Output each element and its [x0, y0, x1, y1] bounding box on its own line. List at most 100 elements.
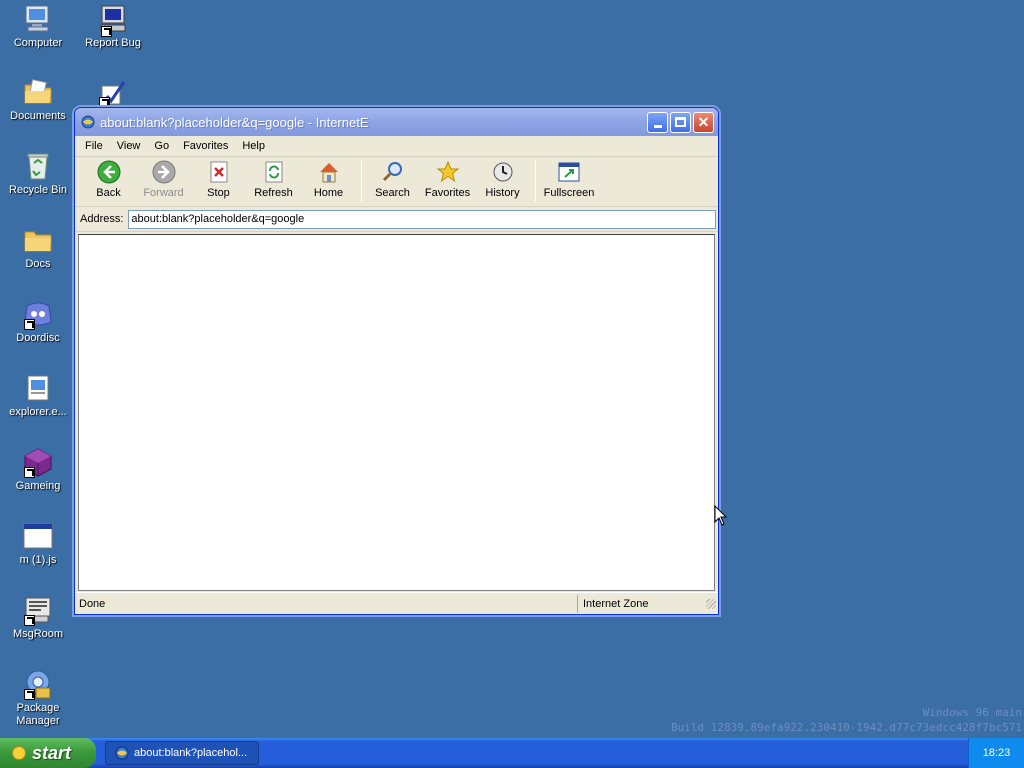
system-tray: 18:23	[968, 738, 1024, 768]
status-text: Done	[75, 594, 578, 613]
resize-grip-icon[interactable]	[706, 598, 716, 609]
history-icon	[493, 162, 512, 182]
home-label: Home	[313, 187, 344, 199]
desktop-icon-label: Report Bug	[85, 37, 141, 49]
stop-button[interactable]: Stop	[191, 160, 246, 199]
back-button[interactable]: Back	[81, 160, 136, 199]
history-button[interactable]: History	[475, 160, 530, 199]
desktop-icon-docs[interactable]: Docs	[2, 224, 74, 271]
back-label: Back	[96, 187, 121, 199]
desktop-icon-label: Recycle Bin	[8, 184, 68, 196]
address-bar: Address:	[75, 207, 718, 232]
mouse-cursor-icon	[714, 505, 728, 526]
start-button[interactable]: start	[0, 738, 96, 768]
refresh-button[interactable]: Refresh	[246, 160, 301, 199]
window-titlebar[interactable]: about:blank?placeholder&q=google - Inter…	[75, 108, 718, 136]
stop-icon	[210, 161, 227, 183]
stop-label: Stop	[207, 187, 230, 199]
status-zone: Internet Zone	[583, 597, 649, 610]
internet-explorer-icon	[115, 746, 129, 760]
watermark-line-2: Build 12839.89efa922.230410-1942.d77c73e…	[671, 721, 1022, 734]
desktop-icon-label: MsgRoom	[12, 628, 64, 640]
desktop-icon-report-bug[interactable]: Report Bug	[77, 3, 149, 50]
toolbar: Back Forward Stop Refresh Home Search Fa…	[75, 157, 718, 207]
desktop-icon-label: Computer	[13, 37, 63, 49]
favorites-label: Favorites	[424, 187, 471, 199]
window-title: about:blank?placeholder&q=google - Inter…	[100, 114, 369, 130]
back-arrow-icon	[97, 160, 120, 184]
favorites-button[interactable]: Favorites	[420, 160, 475, 199]
status-bar: Done Internet Zone	[75, 592, 718, 614]
star-icon	[436, 160, 459, 183]
start-logo-icon	[12, 746, 26, 760]
internet-explorer-icon	[81, 115, 95, 129]
refresh-icon	[265, 161, 282, 183]
shortcut-arrow-icon	[24, 689, 35, 700]
forward-arrow-icon	[152, 160, 175, 184]
desktop-icon-package-manager[interactable]: Package Manager	[2, 668, 74, 728]
home-button[interactable]: Home	[301, 160, 356, 199]
build-watermark: Windows 96 main Build 12839.89efa922.230…	[671, 705, 1022, 735]
menu-go[interactable]: Go	[147, 140, 176, 152]
shortcut-arrow-icon	[101, 26, 112, 37]
start-label: start	[32, 742, 72, 763]
desktop-icon-msgroom[interactable]: MsgRoom	[2, 594, 74, 641]
page-content[interactable]	[78, 234, 715, 591]
menu-help[interactable]: Help	[235, 140, 272, 152]
taskbar-item-label: about:blank?placehol...	[134, 747, 248, 759]
shortcut-arrow-icon	[24, 319, 35, 330]
desktop-icon-computer[interactable]: Computer	[2, 3, 74, 50]
search-icon	[382, 162, 402, 182]
toolbar-separator	[361, 160, 362, 202]
desktop-icon-m1js[interactable]: m (1).js	[2, 520, 74, 567]
watermark-line-1: Windows 96 main	[922, 706, 1022, 719]
executable-icon	[27, 375, 49, 401]
desktop-icon-doordisc[interactable]: Doordisc	[2, 298, 74, 345]
close-button[interactable]: ✕	[693, 111, 714, 133]
clock[interactable]: 18:23	[983, 747, 1011, 759]
close-icon: ✕	[697, 113, 710, 130]
menu-bar: File View Go Favorites Help	[75, 136, 718, 157]
computer-icon	[25, 5, 49, 32]
menu-file[interactable]: File	[78, 140, 110, 152]
desktop-icon-gameing[interactable]: Gameing	[2, 446, 74, 493]
desktop-icon-label: Package Manager	[16, 702, 60, 727]
fullscreen-icon	[558, 162, 580, 182]
maximize-button[interactable]	[670, 111, 691, 133]
taskbar: start about:blank?placehol... 18:23	[0, 738, 1024, 768]
refresh-label: Refresh	[254, 187, 293, 199]
desktop-icon-label: Doordisc	[16, 332, 60, 344]
desktop-icon-documents[interactable]: Documents	[2, 76, 74, 123]
desktop-icon-label: explorer.e...	[9, 406, 67, 418]
browser-window[interactable]: about:blank?placeholder&q=google - Inter…	[74, 107, 719, 615]
search-label: Search	[375, 187, 410, 199]
recycle-bin-icon	[27, 153, 49, 180]
desktop-icon-label: Documents	[10, 110, 66, 122]
minimize-icon	[653, 124, 662, 128]
desktop-icon-recycle-bin[interactable]: Recycle Bin	[2, 150, 74, 197]
desktop-icon-unnamed[interactable]	[77, 76, 149, 110]
history-label: History	[485, 187, 520, 199]
fullscreen-label: Fullscreen	[543, 187, 595, 199]
desktop-icon-label: m (1).js	[19, 554, 57, 566]
home-icon	[319, 163, 338, 183]
menu-view[interactable]: View	[110, 140, 148, 152]
minimize-button[interactable]	[647, 111, 668, 133]
forward-label: Forward	[143, 187, 184, 199]
taskbar-item-browser[interactable]: about:blank?placehol...	[105, 741, 259, 765]
address-label: Address:	[80, 213, 124, 225]
toolbar-separator	[535, 160, 536, 202]
desktop-icon-label: Gameing	[15, 480, 61, 492]
folder-icon	[24, 231, 52, 252]
maximize-icon	[675, 117, 686, 127]
fullscreen-button[interactable]: Fullscreen	[539, 160, 599, 199]
desktop-icon-explorer[interactable]: explorer.e...	[2, 372, 74, 419]
shortcut-arrow-icon	[24, 615, 35, 626]
desktop-icon-label: Docs	[25, 258, 51, 270]
forward-button[interactable]: Forward	[136, 160, 191, 199]
search-button[interactable]: Search	[365, 160, 420, 199]
address-input[interactable]	[128, 209, 716, 229]
menu-favorites[interactable]: Favorites	[176, 140, 235, 152]
script-file-icon	[23, 523, 53, 549]
shortcut-arrow-icon	[24, 467, 35, 478]
